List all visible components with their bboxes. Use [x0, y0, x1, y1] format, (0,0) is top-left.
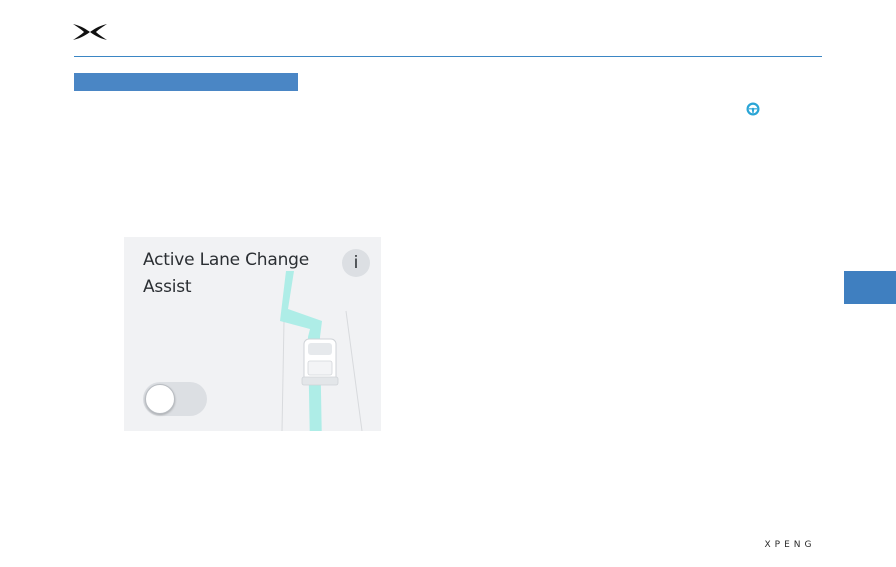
steering-wheel-icon [746, 102, 760, 116]
toggle-knob [145, 384, 175, 414]
section-heading-bar [74, 73, 298, 91]
brand-text: XPENG [764, 540, 816, 550]
chapter-side-tab [844, 271, 896, 304]
xpeng-logo-icon [73, 24, 107, 40]
brand-wordmark: XPENG [758, 539, 822, 551]
car-lane-change-illustration [280, 271, 363, 431]
lane-change-assist-card: Active Lane Change Assist i [124, 237, 381, 431]
car-icon [301, 338, 339, 386]
header-divider [74, 56, 822, 57]
lane-change-toggle[interactable] [143, 382, 207, 416]
